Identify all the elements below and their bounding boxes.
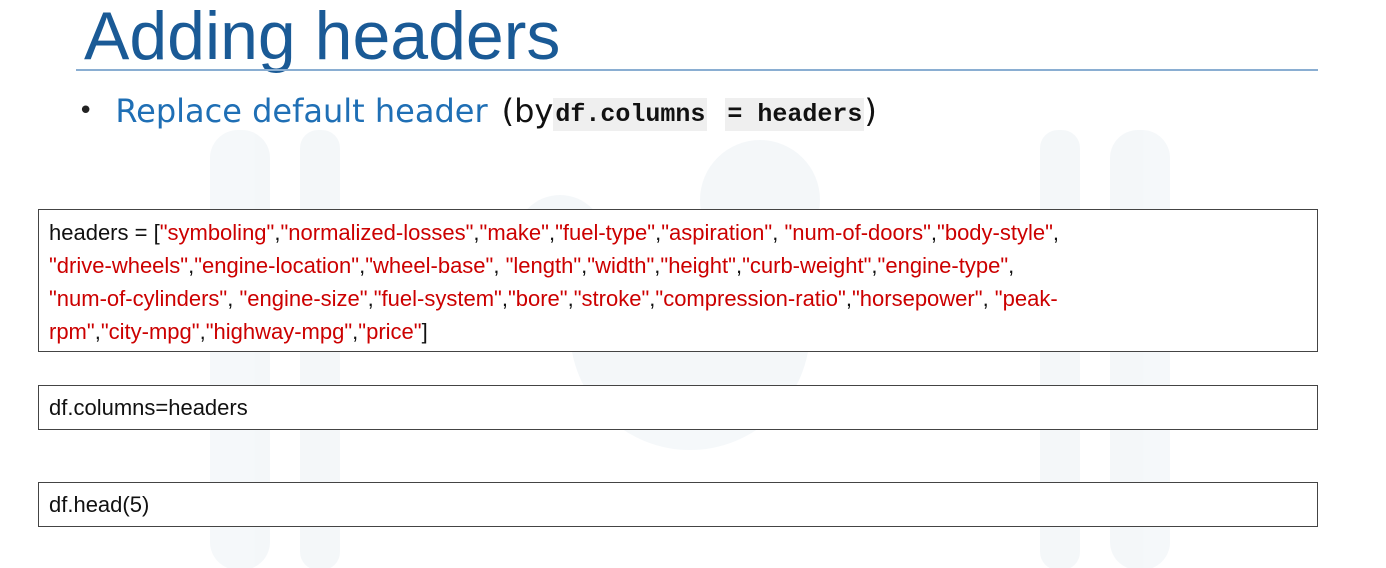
- bullet-open-paren: (by: [501, 92, 554, 130]
- header-item: "length": [505, 253, 582, 278]
- header-item: "fuel-system": [373, 286, 502, 311]
- header-item: "height": [660, 253, 736, 278]
- headers-prefix: headers = [: [49, 220, 160, 245]
- header-item: "city-mpg": [100, 319, 200, 344]
- header-item: "bore": [507, 286, 568, 311]
- title-divider: [76, 69, 1318, 71]
- header-item: "engine-location": [194, 253, 360, 278]
- headers-code-text: headers = ["symboling","normalized-losse…: [49, 220, 1060, 344]
- slide-title: Adding headers: [84, 0, 561, 74]
- header-item: "drive-wheels": [49, 253, 189, 278]
- header-item: "num-of-doors": [784, 220, 931, 245]
- header-item: "width": [587, 253, 655, 278]
- headers-code-box: headers = ["symboling","normalized-losse…: [38, 209, 1318, 352]
- header-item: "fuel-type": [555, 220, 656, 245]
- header-item: "curb-weight": [742, 253, 872, 278]
- bullet-dot-icon: •: [78, 96, 94, 126]
- header-item: "aspiration": [661, 220, 773, 245]
- bullet-close-paren: ): [864, 92, 877, 130]
- bullet-main-text: Replace default header: [115, 92, 488, 130]
- columns-code-text: df.columns=headers: [49, 395, 248, 420]
- header-item: "body-style": [937, 220, 1053, 245]
- header-item: "price": [358, 319, 422, 344]
- header-item: "engine-type": [877, 253, 1009, 278]
- header-item: "symboling": [159, 220, 275, 245]
- header-item: "highway-mpg": [205, 319, 353, 344]
- header-item: "num-of-cylinders": [49, 286, 228, 311]
- header-item: "make": [479, 220, 549, 245]
- header-item: "normalized-losses": [280, 220, 474, 245]
- bullet-item: • Replace default header (by df.columns …: [78, 86, 877, 136]
- headers-suffix: ]: [421, 319, 428, 344]
- header-item: "horsepower": [851, 286, 983, 311]
- header-item: "stroke": [573, 286, 650, 311]
- inline-code-columns: df.columns: [553, 97, 708, 131]
- header-item: "wheel-base": [365, 253, 494, 278]
- header-item: "engine-size": [239, 286, 368, 311]
- head-code-box: df.head(5): [38, 482, 1318, 527]
- inline-code-headers: = headers: [725, 97, 865, 131]
- head-code-text: df.head(5): [49, 492, 150, 517]
- header-item: "compression-ratio": [655, 286, 846, 311]
- columns-code-box: df.columns=headers: [38, 385, 1318, 430]
